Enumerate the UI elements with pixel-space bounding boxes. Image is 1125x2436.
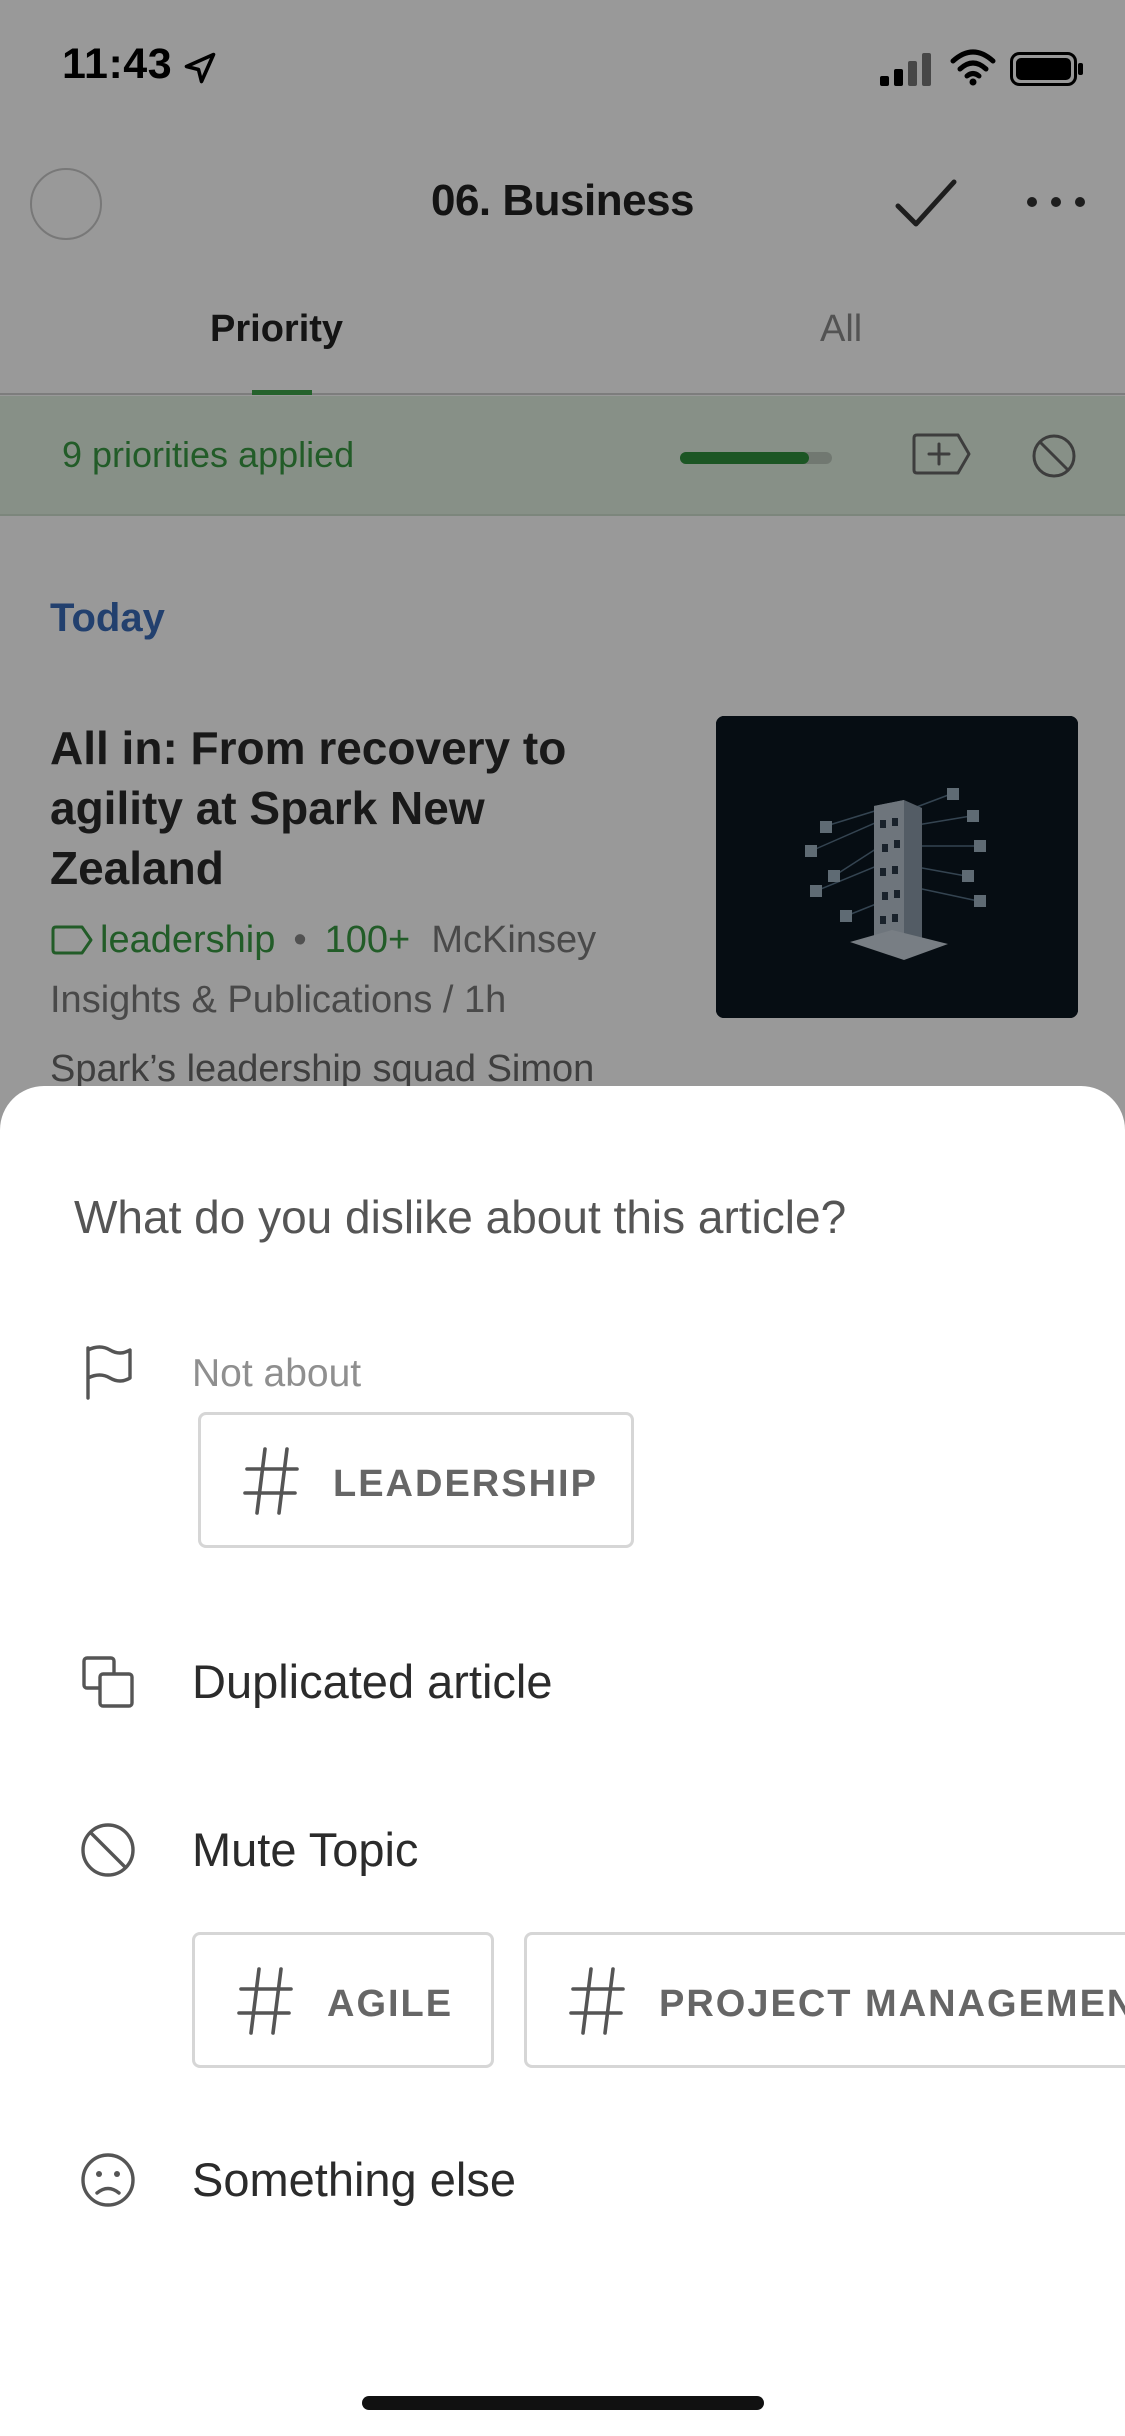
chip-label: LEADERSHIP (333, 1463, 598, 1505)
sheet-question: What do you dislike about this article? (74, 1191, 847, 1243)
hashtag-icon (243, 1447, 299, 1515)
flag-icon (86, 1345, 132, 1400)
chip-mute-project-management[interactable]: PROJECT MANAGEMENT (524, 1932, 1125, 2068)
ban-icon (81, 1823, 135, 1877)
chip-label: AGILE (327, 1983, 454, 2025)
something-else-option[interactable]: Something else (192, 2152, 516, 2207)
chip-label: PROJECT MANAGEMENT (659, 1983, 1125, 2025)
chip-not-about-leadership[interactable]: LEADERSHIP (198, 1412, 634, 1548)
sad-face-icon (81, 2153, 135, 2207)
not-about-label: Not about (192, 1352, 362, 1395)
dislike-bottom-sheet: What do you dislike about this article? … (0, 1086, 1125, 2436)
screen: 11:43 06. Business Priority All 9 priori… (0, 0, 1125, 2436)
home-indicator[interactable] (362, 2396, 764, 2410)
duplicated-article-option[interactable]: Duplicated article (192, 1654, 553, 1709)
duplicate-icon (82, 1656, 134, 1708)
chip-mute-agile[interactable]: AGILE (192, 1932, 494, 2068)
hashtag-icon (237, 1967, 293, 2035)
mute-topic-option: Mute Topic (192, 1823, 419, 1876)
hashtag-icon (569, 1967, 625, 2035)
